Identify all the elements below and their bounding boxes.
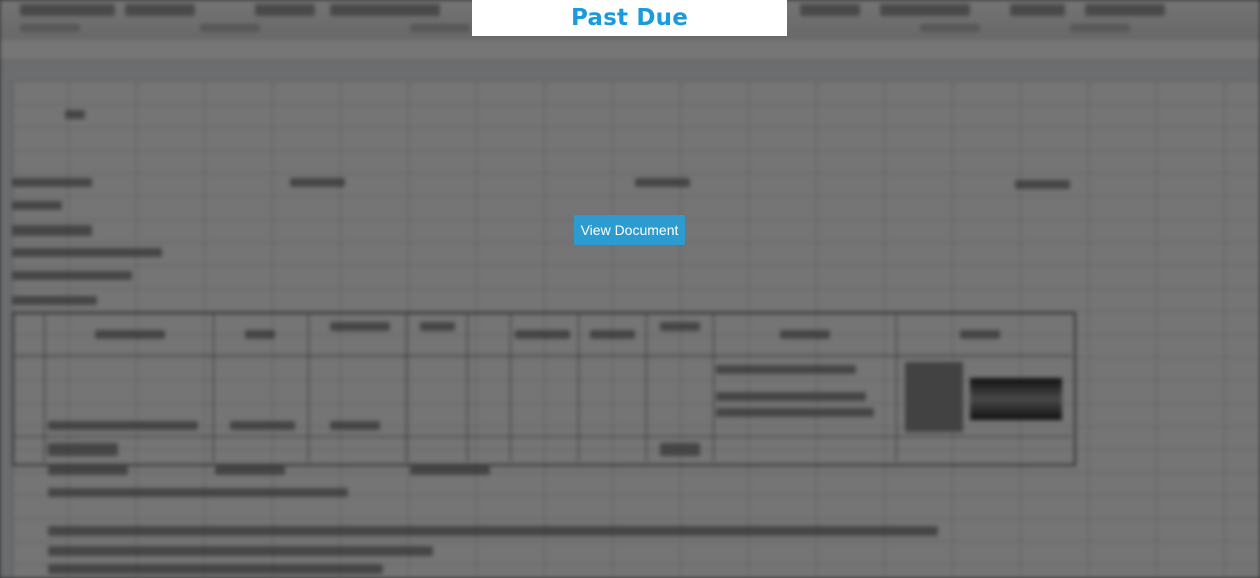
modal-overlay bbox=[0, 0, 1260, 578]
view-document-button[interactable]: View Document bbox=[574, 215, 685, 245]
past-due-screen: Past Due View Document bbox=[0, 0, 1260, 578]
banner-title: Past Due bbox=[570, 5, 689, 31]
past-due-banner: Past Due bbox=[472, 0, 787, 36]
